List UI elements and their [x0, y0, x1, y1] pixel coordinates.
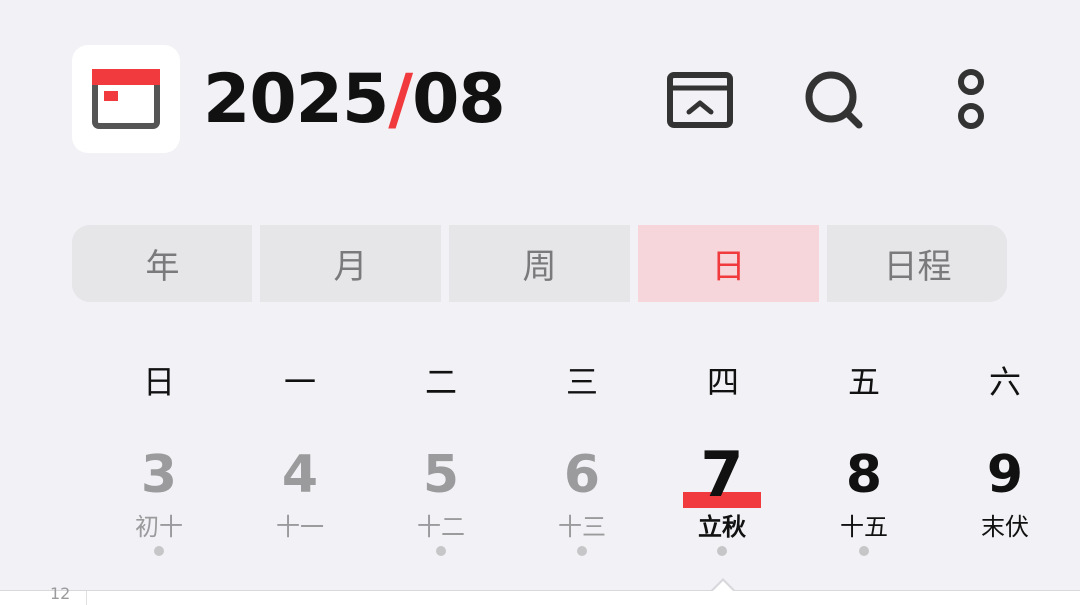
timeline-axis [86, 591, 87, 605]
day-number: 4 [281, 445, 319, 505]
day-number: 9 [986, 445, 1024, 505]
title-separator: / [388, 60, 413, 139]
timeline-panel [0, 591, 1080, 605]
tab-divider [441, 225, 449, 302]
day-lunar: 十五 [840, 513, 888, 541]
day-lunar: 十一 [276, 513, 324, 541]
day-number: 5 [422, 445, 460, 505]
event-dot [859, 546, 869, 556]
tab-year[interactable]: 年 [72, 225, 253, 302]
weekday-tue: 二 [424, 363, 457, 401]
search-icon[interactable] [796, 62, 872, 138]
day-cell-7-today[interactable]: 7 立秋 [662, 440, 782, 556]
day-cell-3[interactable]: 3 初十 [99, 440, 219, 556]
day-cell-9[interactable]: 9 末伏 [945, 440, 1065, 542]
tab-week[interactable]: 周 [449, 225, 630, 302]
weekday-mon: 一 [283, 363, 316, 401]
tab-day[interactable]: 日 [638, 225, 819, 302]
weekday-sat: 六 [988, 363, 1021, 401]
tab-month[interactable]: 月 [260, 225, 441, 302]
title-month: 08 [412, 60, 506, 139]
day-cell-4[interactable]: 4 十一 [240, 440, 360, 542]
weekday-fri: 五 [847, 363, 880, 401]
tab-divider [252, 225, 260, 302]
calendar-icon [92, 69, 160, 129]
weekday-sun: 日 [142, 363, 175, 401]
weekday-wed: 三 [565, 363, 598, 401]
day-lunar: 末伏 [981, 513, 1029, 541]
tab-schedule[interactable]: 日程 [827, 225, 1007, 302]
view-switcher: 年 月 周 日 日程 [72, 225, 1007, 302]
day-number: 6 [563, 445, 601, 505]
selected-day-pointer-fill [712, 581, 734, 592]
day-number: 8 [845, 445, 883, 505]
title-year: 2025 [203, 60, 389, 139]
day-cell-8[interactable]: 8 十五 [804, 440, 924, 556]
day-lunar: 十三 [558, 513, 606, 541]
day-lunar: 十二 [417, 513, 465, 541]
event-dot [577, 546, 587, 556]
day-number: 3 [140, 445, 178, 505]
day-number: 7 [700, 438, 744, 511]
calendar-app-icon[interactable] [72, 45, 180, 153]
event-dot [154, 546, 164, 556]
more-icon[interactable] [933, 62, 1009, 138]
tab-divider [819, 225, 827, 302]
tab-divider [630, 225, 638, 302]
weekday-thu: 四 [706, 363, 739, 401]
day-cell-6[interactable]: 6 十三 [522, 440, 642, 556]
event-dot [717, 546, 727, 556]
day-cell-5[interactable]: 5 十二 [381, 440, 501, 556]
hour-label: 12 [50, 584, 71, 603]
day-lunar: 初十 [135, 513, 183, 541]
event-dot [436, 546, 446, 556]
today-box-icon[interactable] [662, 62, 738, 138]
month-title[interactable]: 2025/08 [203, 60, 506, 139]
day-lunar: 立秋 [698, 513, 746, 541]
timeline-divider [0, 590, 1080, 591]
